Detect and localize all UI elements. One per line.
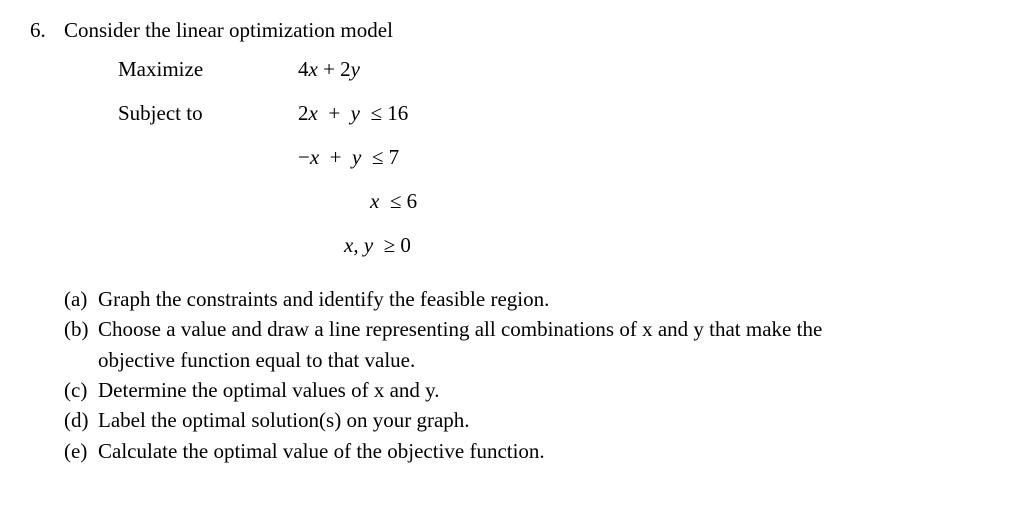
constraint-3: x ≤ 6 bbox=[298, 189, 417, 214]
part-b-label: (b) bbox=[64, 315, 98, 343]
part-b-text: Choose a value and draw a line represent… bbox=[98, 315, 994, 343]
part-e-text: Calculate the optimal value of the objec… bbox=[98, 437, 994, 465]
subparts: (a) Graph the constraints and identify t… bbox=[64, 285, 994, 465]
constraint-row-2: −x + y ≤ 7 bbox=[118, 145, 994, 175]
constraint-4: x, y ≥ 0 bbox=[298, 233, 411, 258]
subject-to-label: Subject to bbox=[118, 101, 298, 126]
problem-number: 6. bbox=[30, 18, 64, 43]
part-b-cont: objective function equal to that value. bbox=[98, 346, 994, 374]
constraint-row-3: x ≤ 6 bbox=[118, 189, 994, 219]
part-a-text: Graph the constraints and identify the f… bbox=[98, 285, 994, 313]
part-d-text: Label the optimal solution(s) on your gr… bbox=[98, 406, 994, 434]
part-c-text: Determine the optimal values of x and y. bbox=[98, 376, 994, 404]
part-b: (b) Choose a value and draw a line repre… bbox=[64, 315, 994, 343]
constraint-1: 2x + y ≤ 16 bbox=[298, 101, 408, 126]
constraint-row-1: Subject to 2x + y ≤ 16 bbox=[118, 101, 994, 131]
problem-intro: Consider the linear optimization model bbox=[64, 18, 994, 43]
part-e-label: (e) bbox=[64, 437, 98, 465]
part-d: (d) Label the optimal solution(s) on you… bbox=[64, 406, 994, 434]
part-a-label: (a) bbox=[64, 285, 98, 313]
objective-expression: 4x + 2y bbox=[298, 57, 360, 82]
page: 6. Consider the linear optimization mode… bbox=[0, 0, 1024, 467]
part-e: (e) Calculate the optimal value of the o… bbox=[64, 437, 994, 465]
problem-6: 6. Consider the linear optimization mode… bbox=[30, 18, 994, 467]
part-c: (c) Determine the optimal values of x an… bbox=[64, 376, 994, 404]
constraint-2: −x + y ≤ 7 bbox=[298, 145, 399, 170]
maximize-label: Maximize bbox=[118, 57, 298, 82]
part-a: (a) Graph the constraints and identify t… bbox=[64, 285, 994, 313]
part-d-label: (d) bbox=[64, 406, 98, 434]
problem-body: Consider the linear optimization model M… bbox=[64, 18, 994, 467]
optimization-model: Maximize 4x + 2y Subject to 2x + y ≤ 16 … bbox=[118, 57, 994, 263]
objective-row: Maximize 4x + 2y bbox=[118, 57, 994, 87]
constraint-row-4: x, y ≥ 0 bbox=[118, 233, 994, 263]
part-c-label: (c) bbox=[64, 376, 98, 404]
